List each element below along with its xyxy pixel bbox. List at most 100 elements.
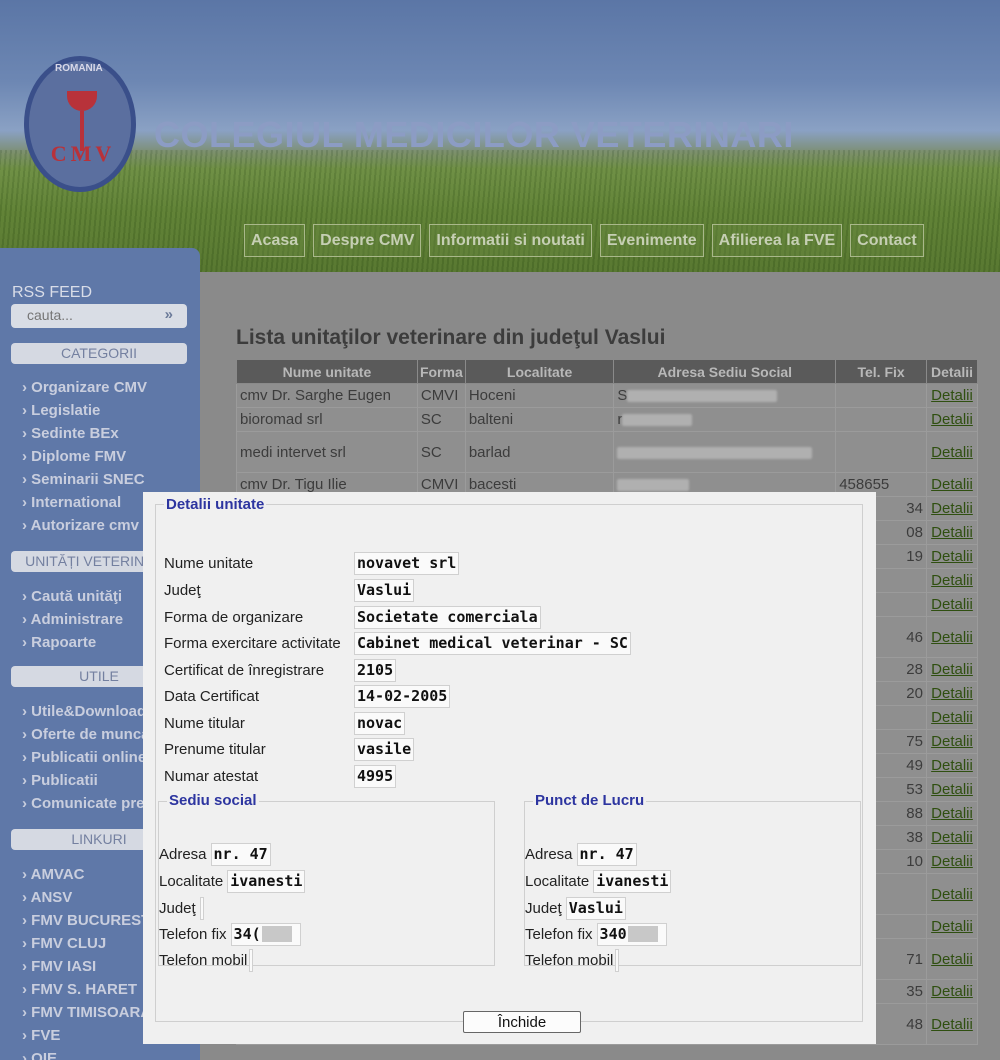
rss-feed-link[interactable]: RSS FEED (12, 284, 92, 302)
sidebar-heading-categorii: CATEGORII (11, 343, 187, 364)
search-input[interactable] (27, 307, 157, 323)
detalii-link[interactable]: Detalii (925, 431, 979, 473)
detalii-link[interactable]: Detalii (925, 753, 979, 778)
site-title: COLEGIUL MEDICILOR VETERINARI (154, 114, 794, 155)
bowl-icon (67, 91, 97, 111)
nav-informatii[interactable]: Informatii si noutati (429, 224, 592, 257)
sidebar-item[interactable]: › Sedinte BEx (22, 425, 200, 448)
field-value (249, 948, 254, 972)
detalii-link[interactable]: Detalii (925, 520, 979, 545)
cell-name: medi intervet srl (236, 431, 418, 473)
details-fieldset: Detalii unitate Nume unitate novavet srl… (155, 496, 863, 1033)
field-value: nr. 47 (210, 842, 271, 866)
column-header: Forma (416, 359, 466, 384)
detalii-link[interactable]: Detalii (925, 801, 979, 826)
table-row: medi intervet srl SC barlad Detalii (236, 431, 979, 473)
sediu-legend: Sediu social (167, 792, 259, 809)
sidebar-item[interactable]: › Seminarii SNEC (22, 471, 200, 494)
detalii-link[interactable]: Detalii (925, 914, 979, 939)
field-label: Forma de organizare (164, 608, 304, 626)
field-value: 34( (230, 922, 301, 946)
field-value: 340 (596, 922, 667, 946)
punct-legend: Punct de Lucru (533, 792, 647, 809)
field-label: Forma exercitare activitate (164, 634, 341, 652)
field-label: Nume unitate (164, 554, 254, 572)
detalii-link[interactable]: Detalii (925, 681, 979, 706)
detalii-link[interactable]: Detalii (925, 472, 979, 497)
detalii-link[interactable]: Detalii (925, 938, 979, 980)
nav-afilierea-fve[interactable]: Afilierea la FVE (711, 224, 843, 257)
redacted-text (617, 446, 813, 459)
field-value: 14-02-2005 (354, 684, 451, 708)
punct-judet: Judeţ Vaslui (525, 896, 626, 920)
field-label: Localitate (159, 872, 224, 890)
nav-evenimente[interactable]: Evenimente (599, 224, 704, 257)
detalii-link[interactable]: Detalii (925, 705, 979, 730)
cell-localitate: balteni (464, 407, 615, 432)
column-header: Adresa Sediu Social (613, 359, 837, 384)
detalii-link[interactable]: Detalii (925, 592, 979, 617)
nav-despre-cmv[interactable]: Despre CMV (313, 224, 422, 257)
punct-telefon-fix: Telefon fix 340 (525, 922, 667, 946)
site-header: ROMANIA CMV COLEGIUL MEDICILOR VETERINAR… (0, 0, 1000, 272)
cmv-logo[interactable]: ROMANIA CMV (24, 56, 136, 192)
field-value: novavet srl (354, 551, 460, 575)
nav-contact[interactable]: Contact (850, 224, 924, 257)
detalii-link[interactable]: Detalii (925, 568, 979, 593)
sediu-social-fieldset: Sediu social Adresa nr. 47 Localitate iv… (158, 792, 495, 972)
field-label: Certificat de înregistrare (164, 661, 325, 679)
redacted-phone (627, 926, 658, 942)
page-title: Lista unitaţilor veterinare din judeţul … (236, 326, 666, 349)
field-label: Prenume titular (164, 740, 266, 758)
nav-acasa[interactable]: Acasa (244, 224, 306, 257)
field-label: Adresa (525, 845, 573, 863)
close-button[interactable]: Închide (463, 1011, 581, 1033)
detalii-link[interactable]: Detalii (925, 979, 979, 1004)
detalii-link[interactable]: Detalii (925, 825, 979, 850)
detalii-link[interactable]: Detalii (925, 657, 979, 682)
redacted-text (617, 479, 690, 492)
cell-name: cmv Dr. Sarghe Eugen (236, 383, 418, 408)
detalii-link[interactable]: Detalii (925, 383, 979, 408)
detalii-link[interactable]: Detalii (925, 1003, 979, 1045)
table-row: bioromad srl SC balteni r Detalii (236, 407, 979, 432)
search-go-icon[interactable]: » (165, 306, 173, 323)
detalii-link[interactable]: Detalii (925, 616, 979, 658)
sediu-judet: Judeţ (159, 896, 204, 920)
field-value: ivanesti (227, 869, 306, 893)
details-legend: Detalii unitate (164, 496, 267, 513)
field-numar-atestat: Numar atestat 4995 (164, 764, 397, 788)
redacted-text (627, 390, 778, 403)
field-value: Societate comerciala (354, 605, 541, 629)
cell-forma: SC (416, 431, 466, 473)
field-forma-organizare: Forma de organizare Societate comerciala (164, 605, 541, 629)
cell-localitate: Hoceni (464, 383, 615, 408)
detalii-link[interactable]: Detalii (925, 873, 979, 915)
top-navigation: Acasa Despre CMV Informatii si noutati E… (244, 224, 924, 257)
cell-forma: SC (416, 407, 466, 432)
sidebar-item[interactable]: › OIE (22, 1050, 200, 1060)
cell-tel (835, 431, 927, 473)
field-label: Telefon fix (525, 925, 593, 943)
punct-localitate: Localitate ivanesti (525, 869, 672, 893)
detalii-link[interactable]: Detalii (925, 544, 979, 569)
field-value: nr. 47 (576, 842, 637, 866)
sidebar-item[interactable]: › Organizare CMV (22, 379, 200, 402)
cell-tel (835, 383, 927, 408)
sediu-adresa: Adresa nr. 47 (159, 842, 271, 866)
sediu-localitate: Localitate ivanesti (159, 869, 306, 893)
field-value: 2105 (354, 658, 397, 682)
table-row: cmv Dr. Sarghe Eugen CMVI Hoceni S Detal… (236, 383, 979, 408)
sidebar-item[interactable]: › Legislatie (22, 402, 200, 425)
field-label: Adresa (159, 845, 207, 863)
detalii-link[interactable]: Detalii (925, 729, 979, 754)
sidebar-item[interactable]: › Diplome FMV (22, 448, 200, 471)
cell-name: bioromad srl (236, 407, 418, 432)
field-label: Telefon mobil (159, 951, 248, 969)
detalii-link[interactable]: Detalii (925, 849, 979, 874)
detalii-link[interactable]: Detalii (925, 777, 979, 802)
field-value (615, 948, 620, 972)
detalii-link[interactable]: Detalii (925, 407, 979, 432)
column-header: Detalii (925, 359, 979, 384)
detalii-link[interactable]: Detalii (925, 496, 979, 521)
